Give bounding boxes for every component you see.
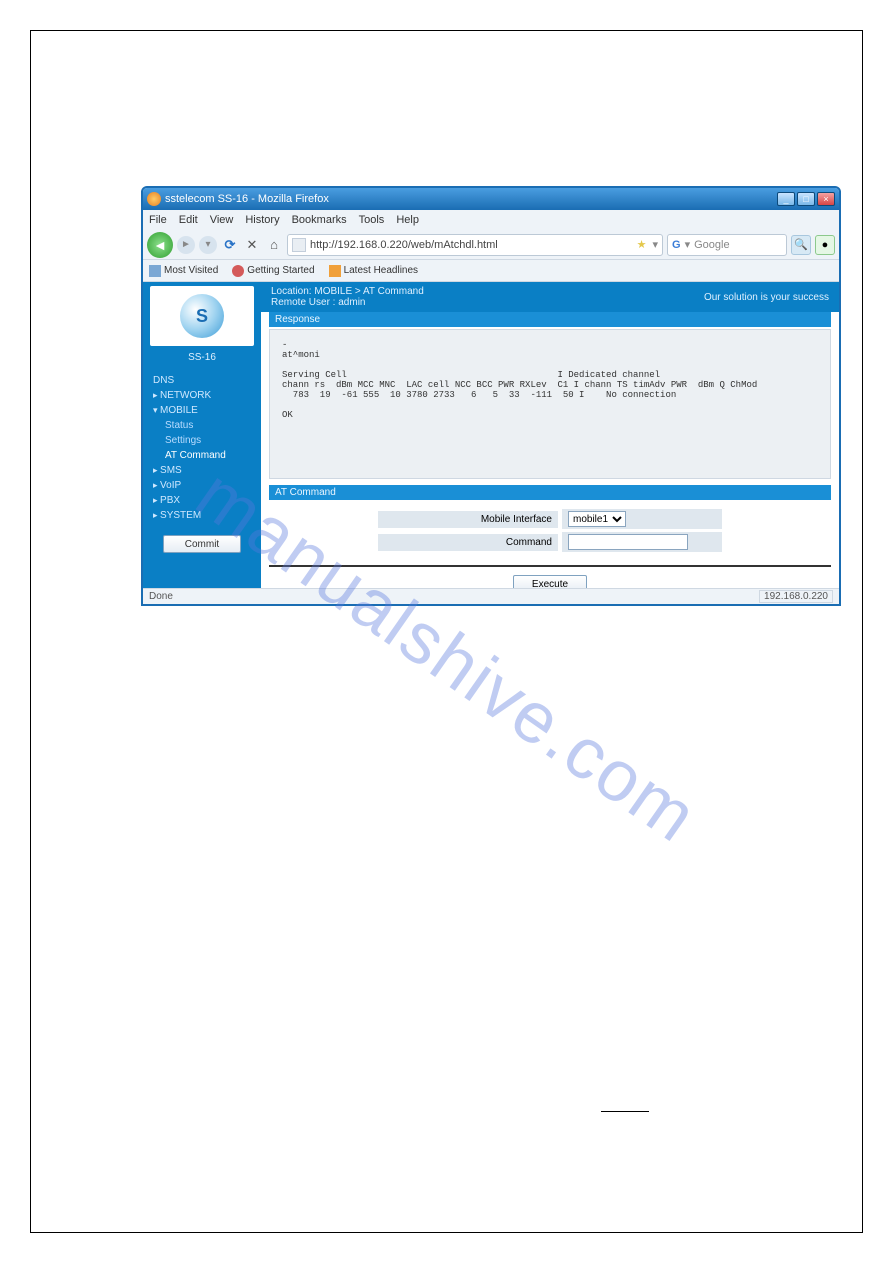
bookmark-label: Most Visited — [164, 265, 218, 276]
window-titlebar: sstelecom SS-16 - Mozilla Firefox _ □ × — [143, 188, 839, 210]
bookmark-star-icon[interactable]: ★ — [637, 238, 647, 251]
firefox-icon — [147, 192, 161, 206]
reload-button[interactable]: ⟳ — [221, 236, 239, 254]
page-favicon — [292, 238, 306, 252]
close-button[interactable]: × — [817, 192, 835, 206]
bookmark-most-visited[interactable]: Most Visited — [149, 265, 218, 277]
command-label: Command — [378, 534, 558, 551]
menu-history[interactable]: History — [245, 214, 279, 226]
url-bar[interactable]: http://192.168.0.220/web/mAtchdl.html ★ … — [287, 234, 663, 256]
decorative-line — [601, 1111, 649, 1112]
sidebar-item-mobile[interactable]: MOBILE — [147, 403, 257, 418]
rss-icon — [329, 265, 341, 277]
browser-window: sstelecom SS-16 - Mozilla Firefox _ □ × … — [141, 186, 841, 606]
menubar: File Edit View History Bookmarks Tools H… — [143, 210, 839, 230]
logo-box: S — [150, 286, 254, 346]
google-icon: G — [672, 239, 681, 251]
forward-button[interactable]: ► — [177, 236, 195, 254]
sidebar-item-system[interactable]: SYSTEM — [147, 508, 257, 523]
history-dropdown[interactable]: ▾ — [199, 236, 217, 254]
command-input[interactable] — [568, 534, 688, 550]
slogan-text: Our solution is your success — [704, 292, 829, 303]
commit-button[interactable]: Commit — [163, 535, 241, 553]
maximize-button[interactable]: □ — [797, 192, 815, 206]
bookmark-latest-headlines[interactable]: Latest Headlines — [329, 265, 419, 277]
status-bar: Done 192.168.0.220 — [143, 588, 839, 604]
sidebar-item-at-command[interactable]: AT Command — [147, 448, 257, 463]
navigation-toolbar: ◄ ► ▾ ⟳ ✕ ⌂ http://192.168.0.220/web/mAt… — [143, 230, 839, 260]
menu-bookmarks[interactable]: Bookmarks — [292, 214, 347, 226]
menu-tools[interactable]: Tools — [359, 214, 385, 226]
mobile-interface-label: Mobile Interface — [378, 511, 558, 528]
at-command-form: Mobile Interface mobile1 Command — [269, 502, 831, 567]
sidebar-item-voip[interactable]: VoIP — [147, 478, 257, 493]
sidebar-item-network[interactable]: NETWORK — [147, 388, 257, 403]
home-button[interactable]: ⌂ — [265, 236, 283, 254]
sidebar-item-dns[interactable]: DNS — [147, 373, 257, 388]
at-command-section-title: AT Command — [269, 485, 831, 500]
most-visited-icon — [149, 265, 161, 277]
status-ip: 192.168.0.220 — [759, 590, 833, 603]
response-section-title: Response — [269, 312, 831, 327]
mobile-interface-select[interactable]: mobile1 — [568, 511, 626, 527]
search-box[interactable]: G▾ Google — [667, 234, 787, 256]
bookmark-label: Latest Headlines — [344, 265, 419, 276]
main-panel: Location: MOBILE > AT Command Remote Use… — [261, 282, 839, 588]
sidebar-item-status[interactable]: Status — [147, 418, 257, 433]
menu-help[interactable]: Help — [396, 214, 419, 226]
menu-file[interactable]: File — [149, 214, 167, 226]
minimize-button[interactable]: _ — [777, 192, 795, 206]
back-button[interactable]: ◄ — [147, 232, 173, 258]
stop-button[interactable]: ✕ — [243, 236, 261, 254]
menu-edit[interactable]: Edit — [179, 214, 198, 226]
getting-started-icon — [232, 265, 244, 277]
sidebar-nav: DNS NETWORK MOBILE Status Settings AT Co… — [143, 373, 261, 523]
url-dropdown-icon[interactable]: ▾ — [652, 238, 658, 251]
response-output: - at^moni Serving Cell I Dedicated chann… — [269, 329, 831, 479]
sidebar-item-pbx[interactable]: PBX — [147, 493, 257, 508]
remote-user-label: Remote User : admin — [271, 297, 424, 308]
toolbar-extra-button[interactable]: ● — [815, 235, 835, 255]
bookmarks-toolbar: Most Visited Getting Started Latest Head… — [143, 260, 839, 282]
bookmark-label: Getting Started — [247, 265, 314, 276]
brand-label: SS-16 — [188, 352, 216, 363]
sidebar-item-settings[interactable]: Settings — [147, 433, 257, 448]
status-text: Done — [149, 591, 173, 602]
logo-icon: S — [180, 294, 224, 338]
search-go-button[interactable]: 🔍 — [791, 235, 811, 255]
page-header: Location: MOBILE > AT Command Remote Use… — [261, 282, 839, 312]
sidebar: S SS-16 DNS NETWORK MOBILE Status Settin… — [143, 282, 261, 588]
window-title: sstelecom SS-16 - Mozilla Firefox — [165, 193, 329, 205]
menu-view[interactable]: View — [210, 214, 234, 226]
search-placeholder: Google — [694, 239, 729, 251]
bookmark-getting-started[interactable]: Getting Started — [232, 265, 314, 277]
sidebar-item-sms[interactable]: SMS — [147, 463, 257, 478]
document-page: sstelecom SS-16 - Mozilla Firefox _ □ × … — [30, 30, 863, 1233]
breadcrumb: Location: MOBILE > AT Command — [271, 286, 424, 297]
url-text: http://192.168.0.220/web/mAtchdl.html — [310, 239, 498, 251]
